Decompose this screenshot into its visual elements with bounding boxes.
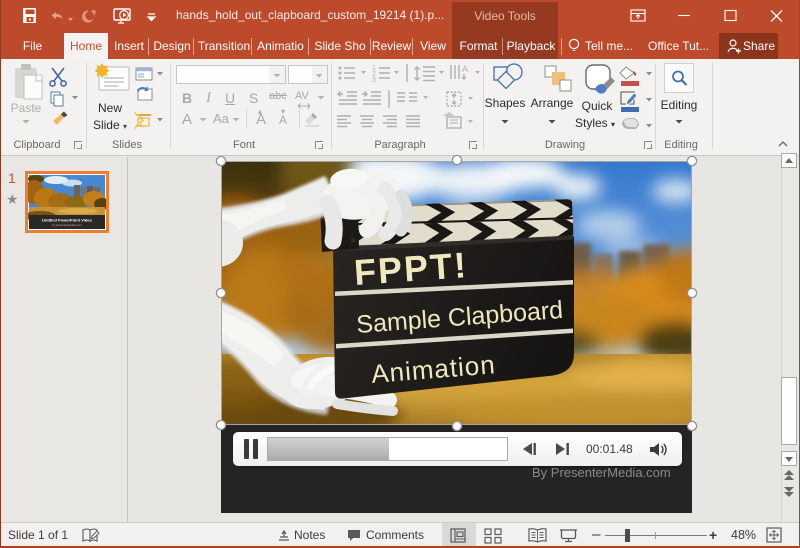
svg-text:A: A [462,64,468,74]
svg-text:by presentermedia.com: by presentermedia.com [52,223,82,227]
svg-text:3: 3 [372,77,376,84]
svg-text:Untitled PowerPoint Video: Untitled PowerPoint Video [42,218,92,223]
